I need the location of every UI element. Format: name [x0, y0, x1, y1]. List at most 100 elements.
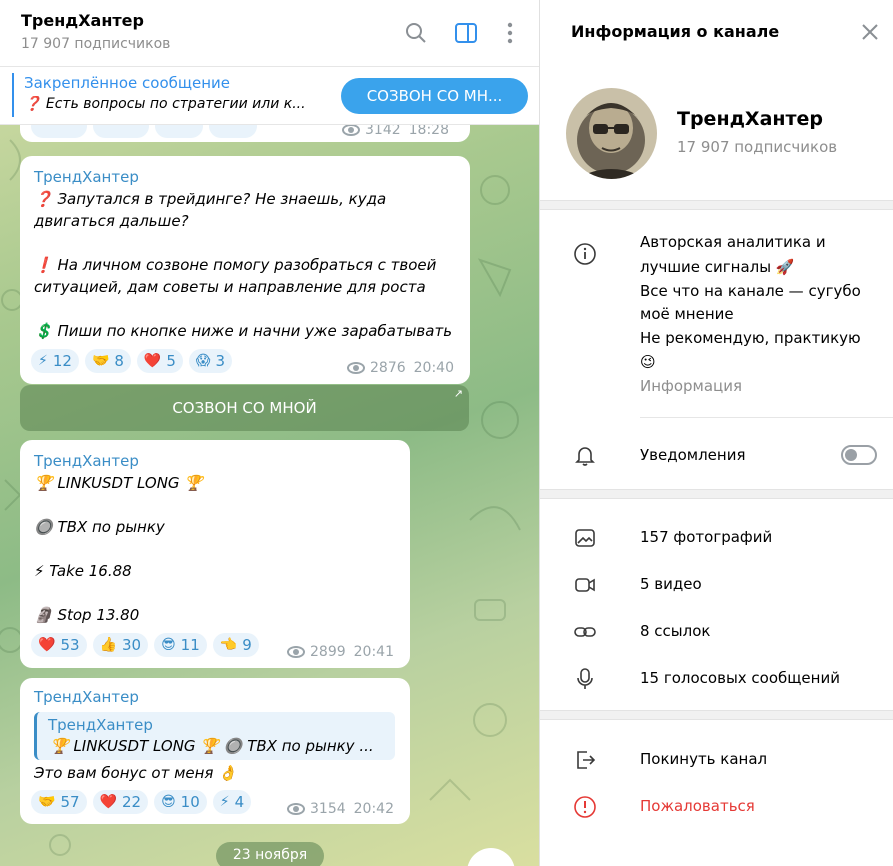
search-icon[interactable]: [403, 20, 429, 46]
message-bubble: ТрендХантер ТрендХантер 🏆 LINKUSDT LONG …: [20, 678, 410, 824]
bell-icon: [575, 447, 595, 466]
message-line: ситуацией, дам советы и направление для …: [34, 278, 426, 296]
message-line: ❗ На личном созвоне помогу разобраться с…: [34, 256, 437, 274]
inline-call-label: СОЗВОН СО МНОЙ: [172, 399, 317, 417]
message-author[interactable]: ТрендХантер: [34, 452, 139, 470]
views-count: 3154: [310, 801, 346, 817]
photo-icon: [575, 529, 595, 547]
reaction-chip[interactable]: 😎 10: [154, 790, 207, 814]
views-count: 2899: [310, 644, 346, 660]
reaction-count: 5: [166, 352, 176, 370]
report-icon: [574, 796, 596, 818]
reaction-chip[interactable]: ⚡ 4: [212, 790, 252, 814]
reaction-chip[interactable]: 😱 3: [188, 349, 233, 373]
pinned-title: Закреплённое сообщение: [24, 74, 231, 92]
reaction-chip[interactable]: 😎 11: [154, 633, 207, 657]
pinned-call-button[interactable]: СОЗВОН СО МН...: [341, 78, 528, 114]
section-divider: [540, 200, 893, 210]
message-bubble: ТрендХантер ❓ Запутался в трейдинге? Не …: [20, 156, 470, 384]
message-time: 20:41: [353, 644, 394, 660]
link-icon: [574, 627, 596, 637]
report-button[interactable]: Пожаловаться: [640, 797, 755, 815]
message-meta: 2899 20:41: [287, 644, 394, 660]
reaction-emoji: 😎: [161, 637, 176, 653]
channel-avatar[interactable]: [566, 88, 657, 179]
quote-text: 🏆 LINKUSDT LONG 🏆 🔘 ТВХ по рынку ...: [50, 737, 374, 755]
notifications-label[interactable]: Уведомления: [640, 446, 745, 464]
reaction-emoji: ❤️: [38, 637, 56, 653]
leave-icon: [577, 751, 596, 769]
close-icon[interactable]: [858, 20, 882, 44]
description-line: Не рекомендую, практикую: [640, 329, 861, 347]
more-menu-icon[interactable]: [497, 20, 523, 46]
reaction-chip[interactable]: 👈 9: [212, 633, 259, 657]
message-line: 🏆 LINKUSDT LONG 🏆: [34, 474, 203, 492]
description-caption: Информация: [640, 377, 743, 395]
section-divider: [540, 489, 893, 499]
message-line: 🗿 Stop 13.80: [34, 606, 140, 624]
media-videos[interactable]: 5 видео: [640, 575, 702, 593]
views-icon: [342, 124, 360, 136]
message-line: 💲 Пиши по кнопке ниже и начни уже зараба…: [34, 322, 453, 340]
section-divider: [540, 710, 893, 720]
reaction-count: 12: [52, 352, 72, 370]
chat-panel: ТрендХантер 17 907 подписчиков Закреплён…: [0, 0, 539, 866]
mic-icon: [577, 668, 593, 689]
views-icon: [287, 803, 305, 815]
message-time: 20:40: [413, 360, 454, 376]
views-icon: [347, 362, 365, 374]
message-author[interactable]: ТрендХантер: [34, 168, 139, 186]
message-meta: 2876 20:40: [347, 360, 454, 376]
info-title: Информация о канале: [571, 22, 780, 41]
reaction-chip[interactable]: ❤️ 22: [92, 790, 149, 814]
message-time: 20:42: [353, 801, 394, 817]
leave-channel-button[interactable]: Покинуть канал: [640, 750, 767, 768]
media-links[interactable]: 8 ссылок: [640, 622, 710, 640]
message-line: 🔘 ТВХ по рынку: [34, 518, 165, 536]
date-separator: 23 ноября: [216, 842, 324, 866]
description-line: моё мнение: [640, 305, 734, 323]
reaction-emoji: 👍: [99, 637, 117, 653]
description-line: Все что на канале — сугубо: [640, 282, 861, 300]
reply-quote[interactable]: ТрендХантер 🏆 LINKUSDT LONG 🏆 🔘 ТВХ по р…: [34, 712, 395, 760]
description-line: лучшие сигналы 🚀: [640, 258, 795, 276]
message-text: Это вам бонус от меня 👌: [34, 764, 237, 782]
reaction-count: 57: [60, 793, 80, 811]
sidebar-toggle-icon[interactable]: [453, 20, 479, 46]
external-link-icon: ↗: [453, 387, 463, 400]
inline-call-button[interactable]: СОЗВОН СО МНОЙ ↗: [20, 385, 469, 431]
reaction-count: 8: [114, 352, 124, 370]
description-line: Авторская аналитика и: [640, 233, 826, 251]
toggle-knob: [845, 449, 857, 461]
notifications-toggle[interactable]: [841, 445, 877, 465]
reaction-count: 9: [242, 636, 252, 654]
reaction-chip[interactable]: ⚡ 12: [31, 349, 79, 373]
reactions: 🤝 57 ❤️ 22 😎 10 ⚡ 4: [31, 790, 252, 814]
chat-subscribers: 17 907 подписчиков: [21, 36, 171, 52]
reaction-emoji: ⚡: [38, 353, 48, 369]
chat-title[interactable]: ТрендХантер: [21, 11, 144, 30]
channel-name: ТрендХантер: [677, 108, 824, 130]
quote-author: ТрендХантер: [48, 716, 153, 734]
description-line: 😉: [640, 353, 656, 371]
channel-subscribers: 17 907 подписчиков: [677, 138, 838, 156]
reaction-chip[interactable]: 🤝 57: [31, 790, 87, 814]
pinned-indicator: [12, 73, 14, 117]
media-voice[interactable]: 15 голосовых сообщений: [640, 669, 840, 687]
reaction-count: 10: [180, 793, 200, 811]
reaction-count: 22: [121, 793, 142, 811]
reactions: ⚡ 12 🤝 8 ❤️ 5 😱 3: [31, 349, 233, 373]
reaction-count: 53: [60, 636, 80, 654]
message-line: двигаться дальше?: [34, 212, 189, 230]
message-line: ❓ Запутался в трейдинге? Не знаешь, куда: [34, 190, 387, 208]
reaction-chip[interactable]: ❤️ 53: [31, 633, 87, 657]
media-photos[interactable]: 157 фотографий: [640, 528, 772, 546]
reaction-chip[interactable]: ❤️ 5: [136, 349, 183, 373]
pinned-message-bar[interactable]: Закреплённое сообщение ❓ Есть вопросы по…: [0, 67, 539, 125]
row-divider: [640, 417, 893, 418]
message-meta: 3154 20:42: [287, 801, 394, 817]
message-author[interactable]: ТрендХантер: [34, 688, 139, 706]
reaction-chip[interactable]: 🤝 8: [84, 349, 131, 373]
reaction-chip[interactable]: 👍 30: [92, 633, 149, 657]
reaction-count: 3: [215, 352, 226, 370]
